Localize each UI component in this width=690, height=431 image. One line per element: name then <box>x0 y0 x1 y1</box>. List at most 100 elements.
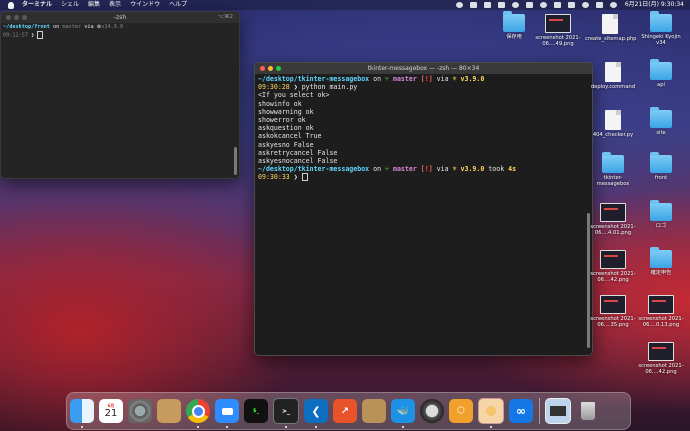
terminal-icon[interactable]: >_ <box>273 398 299 428</box>
desktop-screenshot[interactable]: screenshot 2021-06....0.13.png <box>636 295 686 328</box>
siri-icon[interactable] <box>609 2 617 8</box>
window-titlebar[interactable]: tkinter-messagebox — -zsh — 80×34 <box>255 63 592 74</box>
search-icon[interactable] <box>581 2 589 8</box>
battery-icon[interactable] <box>553 2 561 8</box>
archive-icon[interactable] <box>362 399 386 423</box>
prompt-text: on <box>49 24 63 30</box>
folder-icon <box>602 152 624 173</box>
prompt-line: ~/desktop/tkinter-messagebox on ⑂ master… <box>258 165 589 173</box>
desktop-folder-hozonyou[interactable]: 保存用 <box>489 11 539 40</box>
menu-item-window[interactable]: ウインドウ <box>130 0 160 10</box>
desktop-icon-label: 確定申告 <box>650 270 672 276</box>
output-line: showwarning ok <box>258 107 314 116</box>
activity-monitor-icon[interactable]: $_ <box>244 399 268 423</box>
desktop-file-create-sitemap[interactable]: create_sitemap.php <box>585 14 636 42</box>
contacts-icon[interactable] <box>157 399 181 423</box>
document-icon <box>605 62 621 82</box>
desktop-folder-shingeki[interactable]: Shingeki Kyojin v34 <box>636 11 686 46</box>
desktop-folder-front[interactable]: front <box>636 152 686 181</box>
screenshot-thumb-icon[interactable] <box>545 398 571 424</box>
calendar-icon[interactable]: 6月 21 <box>99 399 123 423</box>
desktop-icon-label: api <box>657 82 665 88</box>
window-titlebar[interactable]: -zsh ⌥⌘2 <box>1 12 239 23</box>
text-cursor <box>301 173 308 182</box>
menu-extra-icon[interactable] <box>511 2 519 8</box>
finder-icon[interactable] <box>70 399 94 428</box>
vscode-icon[interactable]: ❮ <box>304 399 328 428</box>
prompt-symbol: ❯ <box>28 32 38 39</box>
prompt-path: ~/desktop/tkinter-messagebox <box>258 75 370 83</box>
prompt-text: on <box>369 165 386 174</box>
terminal-window-front[interactable]: -zsh ⌥⌘2 ~/desktop/front on master via ⬢… <box>0 11 240 179</box>
desktop-file-deploy[interactable]: deploy.command <box>588 62 638 90</box>
sourcetree-icon[interactable]: ⬡ <box>449 399 473 423</box>
output-line: showinfo ok <box>258 99 302 108</box>
command-text: python main.py <box>301 83 358 92</box>
menu-item-edit[interactable]: 編集 <box>88 0 100 10</box>
menu-item-view[interactable]: 表示 <box>109 0 121 10</box>
output-line: askyesnocancel False <box>258 157 338 166</box>
wifi-icon[interactable] <box>539 2 547 8</box>
desktop-folder-kakutei[interactable]: 確定申告 <box>636 247 686 276</box>
desktop-screenshot[interactable]: screenshot 2021-06....49.png <box>533 14 583 47</box>
terminal-content[interactable]: ~/desktop/front on master via ⬢v14.9.0 0… <box>1 23 239 41</box>
desktop-folder-tkinter[interactable]: tkinter-messagebox <box>588 152 638 187</box>
menu-item-shell[interactable]: シェル <box>61 0 79 10</box>
desktop-screenshot[interactable]: screenshot 2021-06....42.png <box>636 342 686 375</box>
output-line: askokcancel True <box>258 132 322 141</box>
apple-icon[interactable] <box>8 1 14 9</box>
terminal-content[interactable]: ~/desktop/tkinter-messagebox on ⑂ master… <box>255 74 592 183</box>
desktop-icon-label: ロゴ <box>655 223 667 229</box>
desktop-folder-logo[interactable]: ロゴ <box>636 200 686 229</box>
prompt-time: 09:30:33 <box>258 173 290 182</box>
status-dot-icon[interactable] <box>455 2 463 8</box>
preview-icon[interactable] <box>478 398 504 428</box>
screenshot-thumb-icon <box>600 295 626 314</box>
scrollbar[interactable] <box>234 147 237 175</box>
prompt-symbol: ❯ <box>289 83 302 92</box>
docker-icon[interactable]: 🐳 <box>391 399 415 428</box>
menu-extra-icon[interactable] <box>483 2 491 8</box>
input-method-icon[interactable] <box>567 2 575 8</box>
analytics-icon[interactable]: ↗ <box>333 399 357 423</box>
prompt-branch: master <box>389 75 417 83</box>
prompt-git-status: [!] <box>416 75 433 83</box>
desktop-screenshot[interactable]: screenshot 2021-06....42.png <box>588 250 638 283</box>
terminal-window-tkinter[interactable]: tkinter-messagebox — -zsh — 80×34 ~/desk… <box>254 62 593 356</box>
chrome-icon[interactable] <box>186 399 210 428</box>
parallels-icon[interactable] <box>497 2 505 8</box>
control-center-icon[interactable] <box>595 2 603 8</box>
desktop-icon-label: 404_checker.py <box>592 132 634 138</box>
window-shortcut: ⌥⌘2 <box>217 14 233 20</box>
menu-app-name[interactable]: ターミナル <box>22 0 52 10</box>
desktop-file-404-checker[interactable]: 404_checker.py <box>588 110 638 138</box>
prompt-path: ~/desktop/front <box>3 24 50 30</box>
desktop-screenshot[interactable]: screenshot 2021-06....35.png <box>588 295 638 328</box>
desktop-icon-label: screenshot 2021-06....0.13.png <box>638 316 684 328</box>
prompt-node-version: ⬢v14.9.0 <box>96 24 124 30</box>
window-title: tkinter-messagebox — -zsh — 80×34 <box>367 65 480 72</box>
document-icon <box>602 14 618 34</box>
screenshot-thumb-icon <box>545 14 571 33</box>
bluetooth-icon[interactable] <box>525 2 533 8</box>
menu-clock[interactable]: 6月21日(月) 9:30:34 <box>625 0 684 10</box>
prompt-python-version: v3.9.0 <box>456 75 485 83</box>
desktop-folder-site[interactable]: site <box>636 107 686 136</box>
folder-icon <box>650 247 672 268</box>
menu-extra-icon[interactable] <box>469 2 477 8</box>
desktop-screenshot[interactable]: screenshot 2021-06....4.01.png <box>588 203 638 236</box>
folder-icon <box>650 152 672 173</box>
quicktime-icon[interactable] <box>420 399 444 423</box>
dock-separator <box>539 398 540 424</box>
folder-icon <box>650 11 672 32</box>
desktop-folder-api[interactable]: api <box>636 59 686 88</box>
trash-icon[interactable] <box>576 399 600 423</box>
menu-extras: 6月21日(月) 9:30:34 <box>449 0 684 10</box>
desktop-icon-label: screenshot 2021-06....42.png <box>590 271 636 283</box>
system-preferences-icon[interactable] <box>128 399 152 423</box>
window-title: -zsh <box>113 14 127 21</box>
zoom-icon[interactable] <box>215 399 239 428</box>
prompt-python-version: v3.9.0 <box>456 165 485 174</box>
menu-item-help[interactable]: ヘルプ <box>169 0 187 10</box>
infinity-icon[interactable]: ∞ <box>509 399 533 423</box>
